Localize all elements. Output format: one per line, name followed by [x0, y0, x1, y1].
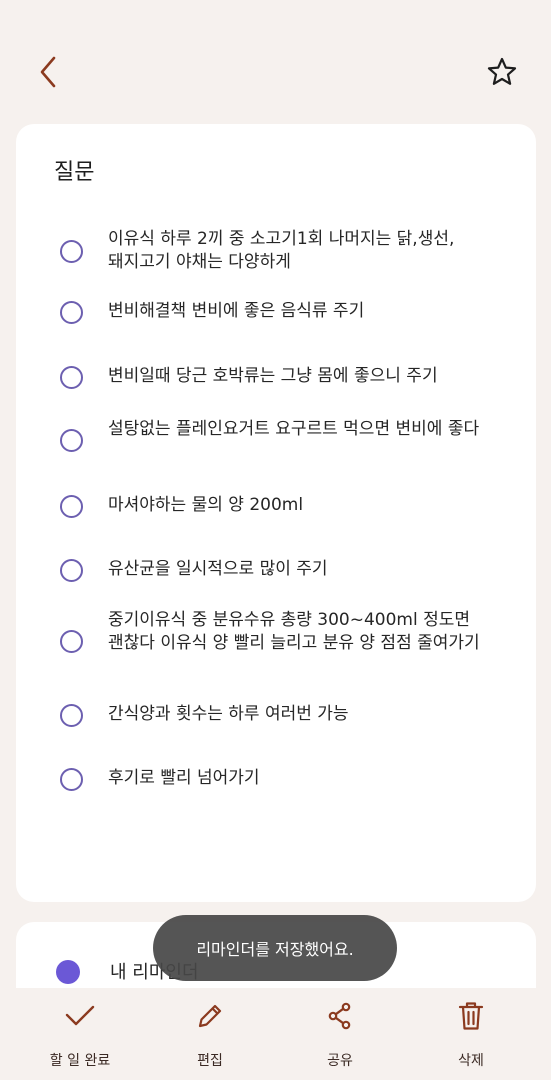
share-icon — [325, 1001, 355, 1035]
checklist-item-text: 중기이유식 중 분유수유 총량 300~400ml 정도면 괜찮다 이유식 양 … — [108, 610, 480, 653]
checkbox-circle-icon[interactable] — [60, 704, 83, 727]
checklist-item-text: 이유식 하루 2끼 중 소고기1회 나머지는 닭,생선,돼지고기 야채는 다양하… — [108, 229, 455, 272]
chevron-left-icon — [37, 55, 59, 93]
checkbox-circle-icon[interactable] — [60, 240, 83, 263]
share-button[interactable]: 공유 — [285, 1000, 395, 1070]
card-title: 질문 — [54, 160, 95, 185]
pencil-icon — [195, 1001, 225, 1035]
back-button[interactable] — [28, 52, 68, 96]
complete-task-label: 할 일 완료 — [49, 1053, 111, 1069]
bottom-action-bar: 할 일 완료 편집 공유 삭제 — [0, 988, 551, 1080]
trash-icon — [456, 1000, 486, 1036]
checkbox-circle-icon[interactable] — [60, 366, 83, 389]
checklist-item-text: 후기로 빨리 넘어가기 — [108, 768, 260, 788]
checkbox-circle-icon[interactable] — [60, 429, 83, 452]
checkbox-circle-icon[interactable] — [60, 768, 83, 791]
checkbox-circle-icon[interactable] — [60, 301, 83, 324]
favorite-button[interactable] — [480, 52, 524, 96]
checkmark-icon — [64, 1003, 96, 1033]
checklist-item-text: 변비해결책 변비에 좋은 음식류 주기 — [108, 301, 365, 321]
share-label: 공유 — [327, 1053, 353, 1069]
star-outline-icon — [486, 56, 518, 92]
checklist-card: 질문 이유식 하루 2끼 중 소고기1회 나머지는 닭,생선,돼지고기 야채는 … — [16, 124, 536, 902]
checkbox-circle-icon[interactable] — [60, 630, 83, 653]
edit-label: 편집 — [197, 1053, 223, 1069]
checkbox-circle-icon[interactable] — [60, 559, 83, 582]
complete-task-button[interactable]: 할 일 완료 — [25, 1000, 135, 1070]
delete-button[interactable]: 삭제 — [416, 1000, 526, 1070]
delete-label: 삭제 — [458, 1053, 484, 1069]
checklist-item-text: 변비일때 당근 호박류는 그냥 몸에 좋으니 주기 — [108, 366, 438, 386]
checkbox-circle-icon[interactable] — [60, 495, 83, 518]
top-bar — [0, 0, 551, 120]
toast-message: 리마인더를 저장했어요. — [153, 915, 397, 981]
checklist-item-text: 마셔야하는 물의 양 200ml — [108, 495, 304, 515]
edit-button[interactable]: 편집 — [155, 1000, 265, 1070]
checklist-item-text: 유산균을 일시적으로 많이 주기 — [108, 559, 328, 579]
checklist-item-text: 간식양과 횟수는 하루 여러번 가능 — [108, 704, 349, 724]
reminder-dot-icon — [56, 960, 80, 984]
checklist-item-text: 설탕없는 플레인요거트 요구르트 먹으면 변비에 좋다 — [108, 419, 480, 439]
